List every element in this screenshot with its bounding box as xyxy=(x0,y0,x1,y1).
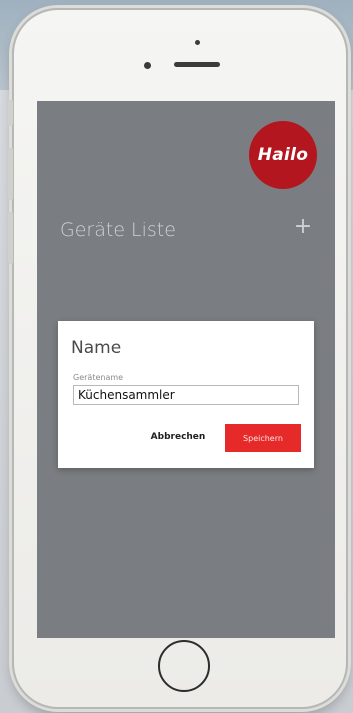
plus-icon: + xyxy=(293,214,313,239)
name-dialog: Name Gerätename Küchensammler Abbrechen … xyxy=(58,321,314,468)
home-button[interactable] xyxy=(158,640,210,692)
dialog-title: Name xyxy=(71,338,122,358)
add-device-button[interactable]: + xyxy=(291,215,315,239)
hailo-logo: Hailo xyxy=(249,121,317,189)
save-button[interactable]: Speichern xyxy=(225,424,301,452)
volume-up-button xyxy=(8,148,13,200)
mute-switch xyxy=(8,100,13,126)
app-screen: Hailo Geräte Liste + Name Gerätename Küc… xyxy=(37,101,335,638)
earpiece-speaker xyxy=(174,62,220,67)
volume-down-button xyxy=(8,212,13,264)
device-name-input[interactable]: Küchensammler xyxy=(73,385,299,405)
cancel-button[interactable]: Abbrechen xyxy=(146,425,210,449)
front-camera xyxy=(144,62,151,69)
page-title: Geräte Liste xyxy=(60,219,176,241)
front-sensor xyxy=(195,40,200,45)
logo-text: Hailo xyxy=(257,145,309,165)
device-name-label: Gerätename xyxy=(73,373,124,382)
